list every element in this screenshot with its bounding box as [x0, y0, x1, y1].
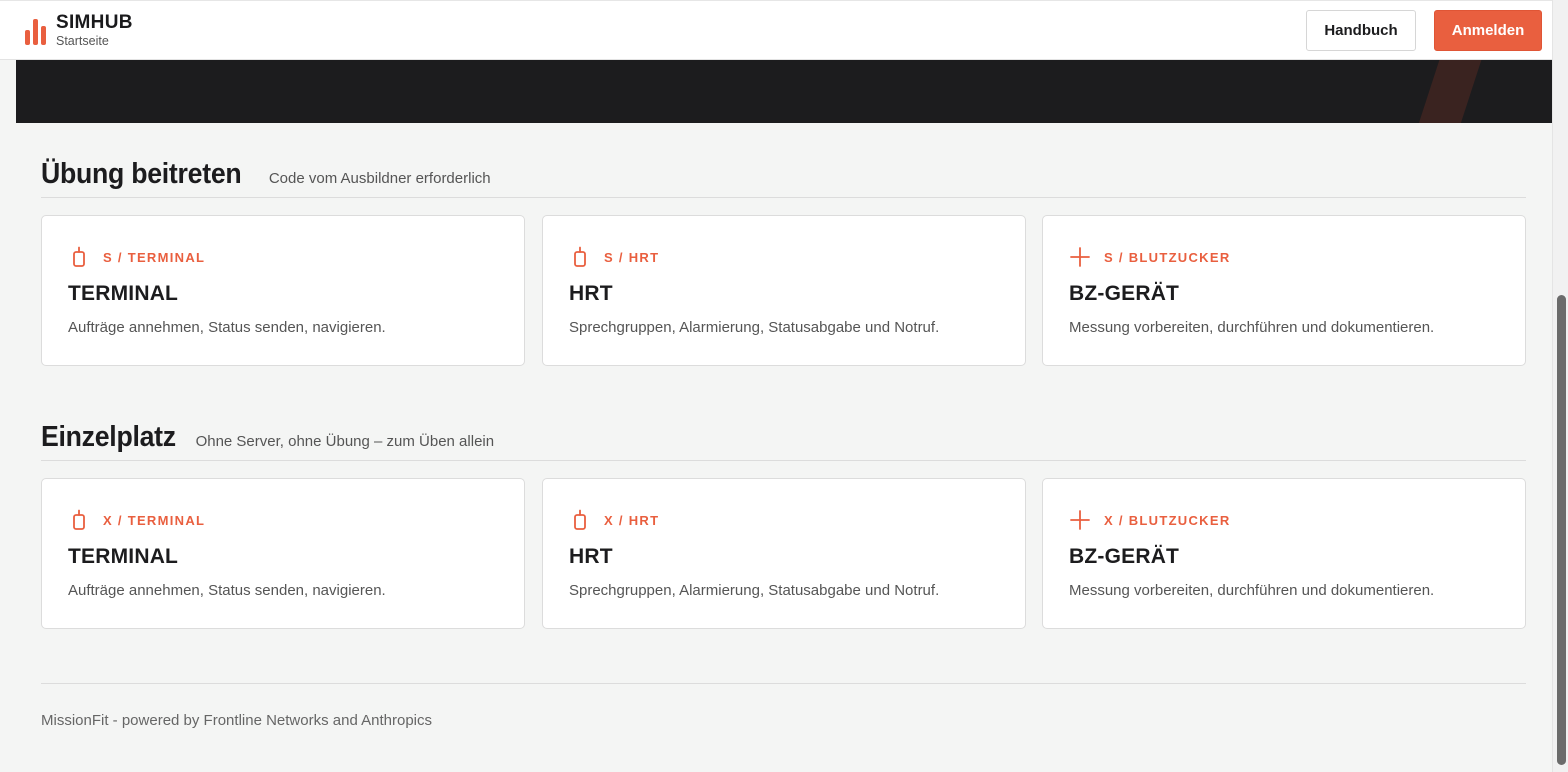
card-kicker: S / HRT [604, 249, 660, 265]
radio-icon [574, 509, 586, 530]
card-title: HRT [569, 282, 613, 305]
card-kicker: X / HRT [604, 512, 660, 528]
card-title: TERMINAL [68, 545, 179, 568]
card-s-blutzucker[interactable]: S / BLUTZUCKER BZ-GERÄT Messung vorberei… [1042, 215, 1526, 366]
section-subtitle: Code vom Ausbildner erforderlich [268, 170, 491, 187]
card-title: BZ-GERÄT [1069, 545, 1180, 568]
section-single-station: Einzelplatz Ohne Server, ohne Übung – zu… [41, 421, 1526, 629]
brand[interactable]: SIMHUB Startseite [25, 13, 133, 50]
plus-icon [1070, 510, 1090, 530]
section-header: Übung beitreten Code vom Ausbildner erfo… [41, 158, 1526, 198]
manual-button[interactable]: Handbuch [1306, 10, 1416, 51]
card-description: Aufträge annehmen, Status senden, navigi… [68, 582, 386, 599]
hero-banner [16, 60, 1552, 123]
card-grid: X / TERMINAL TERMINAL Aufträge annehmen,… [41, 478, 1526, 629]
card-title: BZ-GERÄT [1069, 282, 1180, 305]
card-description: Messung vorbereiten, durchführen und dok… [1069, 582, 1435, 599]
card-s-hrt[interactable]: S / HRT HRT Sprechgruppen, Alarmierung, … [542, 215, 1026, 366]
scrollbar[interactable] [1552, 0, 1568, 772]
login-button[interactable]: Anmelden [1434, 10, 1542, 51]
card-description: Sprechgruppen, Alarmierung, Statusabgabe… [569, 319, 940, 336]
card-description: Aufträge annehmen, Status senden, navigi… [68, 319, 386, 336]
card-kicker: S / TERMINAL [103, 249, 206, 265]
radio-icon [574, 246, 586, 267]
card-title: HRT [569, 545, 613, 568]
card-description: Sprechgruppen, Alarmierung, Statusabgabe… [569, 582, 940, 599]
card-grid: S / TERMINAL TERMINAL Aufträge annehmen,… [41, 215, 1526, 366]
scrollbar-thumb[interactable] [1557, 295, 1566, 765]
footer-divider [41, 683, 1526, 684]
card-kicker: X / BLUTZUCKER [1104, 512, 1231, 528]
section-title: Übung beitreten [41, 158, 242, 190]
section-header: Einzelplatz Ohne Server, ohne Übung – zu… [41, 421, 1526, 461]
section-join-exercise: Übung beitreten Code vom Ausbildner erfo… [41, 158, 1526, 366]
card-kicker: S / BLUTZUCKER [1104, 249, 1231, 265]
section-title: Einzelplatz [41, 421, 176, 453]
radio-icon [73, 509, 85, 530]
card-x-hrt[interactable]: X / HRT HRT Sprechgruppen, Alarmierung, … [542, 478, 1026, 629]
card-description: Messung vorbereiten, durchführen und dok… [1069, 319, 1435, 336]
card-x-blutzucker[interactable]: X / BLUTZUCKER BZ-GERÄT Messung vorberei… [1042, 478, 1526, 629]
plus-icon [1070, 247, 1090, 267]
card-x-terminal[interactable]: X / TERMINAL TERMINAL Aufträge annehmen,… [41, 478, 525, 629]
section-subtitle: Ohne Server, ohne Übung – zum Üben allei… [195, 433, 495, 450]
card-s-terminal[interactable]: S / TERMINAL TERMINAL Aufträge annehmen,… [41, 215, 525, 366]
top-bar: SIMHUB Startseite Handbuch Anmelden [0, 0, 1552, 60]
footer-text: MissionFit - powered by Frontline Networ… [41, 712, 432, 729]
brand-name: SIMHUB [56, 12, 133, 33]
bar-chart-icon [25, 15, 47, 45]
card-kicker: X / TERMINAL [103, 512, 206, 528]
card-title: TERMINAL [68, 282, 179, 305]
radio-icon [73, 246, 85, 267]
page-subtitle: Startseite [56, 34, 109, 48]
hero-decoration [1413, 60, 1485, 123]
